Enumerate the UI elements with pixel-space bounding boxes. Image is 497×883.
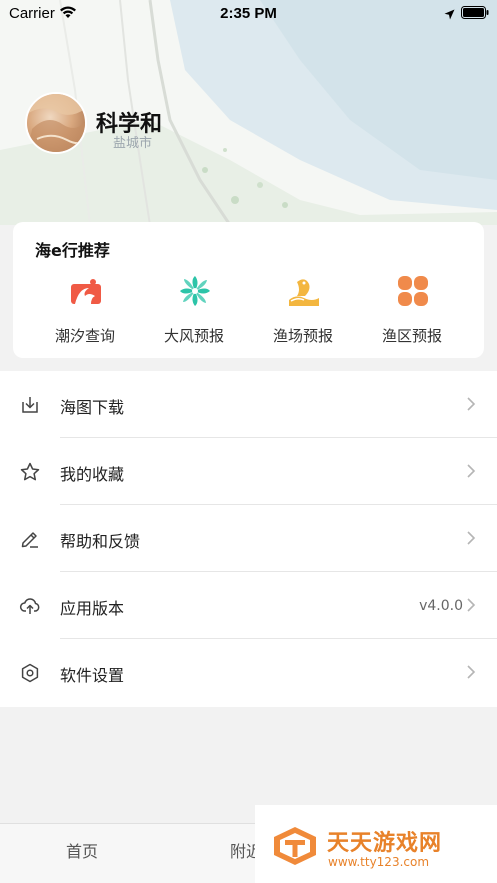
menu-item-favorites[interactable]: 我的收藏 [0, 438, 497, 505]
chevron-right-icon [466, 664, 476, 680]
fishing-zone-icon [396, 274, 430, 308]
recommend-item-label: 大风预报 [163, 327, 224, 345]
watermark: 天天游戏网 www.tty123.com [255, 805, 497, 883]
menu-item-help-feedback[interactable]: 帮助和反馈 [0, 505, 497, 572]
username[interactable]: 科学和 [96, 106, 162, 138]
cloud-upload-icon [19, 595, 41, 617]
tab-home[interactable]: 首页 [66, 838, 98, 862]
battery-icon [461, 6, 489, 23]
star-icon [19, 461, 41, 483]
watermark-url: www.tty123.com [328, 855, 430, 869]
recommend-item-label: 潮汐查询 [54, 327, 115, 345]
status-bar: Carrier 2:35 PM [0, 0, 497, 28]
watermark-logo-icon [272, 825, 318, 871]
chevron-right-icon [466, 597, 476, 613]
recommend-item-tide[interactable]: 潮汐查询 [30, 270, 140, 350]
pencil-icon [19, 528, 41, 550]
recommend-item-fishing-zone[interactable]: 渔区预报 [357, 270, 467, 350]
menu-item-label: 帮助和反馈 [60, 532, 141, 551]
settings-icon [19, 662, 41, 684]
tide-icon [69, 274, 103, 308]
menu-item-label: 我的收藏 [60, 465, 125, 484]
wind-icon [178, 274, 212, 308]
menu-item-label: 应用版本 [60, 599, 125, 618]
menu-item-app-version[interactable]: 应用版本 v4.0.0 [0, 572, 497, 639]
clock: 2:35 PM [220, 5, 277, 22]
avatar[interactable] [25, 92, 87, 154]
recommend-card: 海e行推荐 潮汐查询 大风预报 渔场预报 渔区预报 [13, 222, 484, 358]
recommend-item-label: 渔场预报 [272, 327, 333, 345]
recommend-item-fishery[interactable]: 渔场预报 [248, 270, 358, 350]
menu-item-label: 软件设置 [60, 666, 125, 685]
chevron-right-icon [466, 396, 476, 412]
recommend-title: 海e行推荐 [35, 241, 110, 260]
menu-item-chart-download[interactable]: 海图下载 [0, 371, 497, 438]
recommend-item-label: 渔区预报 [381, 327, 442, 345]
chevron-right-icon [466, 463, 476, 479]
recommend-item-wind[interactable]: 大风预报 [139, 270, 249, 350]
location-arrow-icon [444, 7, 455, 24]
download-icon [19, 394, 41, 416]
version-value: v4.0.0 [419, 598, 463, 614]
menu-item-settings[interactable]: 软件设置 [0, 639, 497, 706]
chevron-right-icon [466, 530, 476, 546]
watermark-title: 天天游戏网 [327, 831, 443, 856]
fishery-icon [287, 274, 321, 308]
menu-list: 海图下载 我的收藏 帮助和反馈 应用版本 v4.0.0 软件设置 [0, 371, 497, 707]
menu-item-label: 海图下载 [60, 398, 125, 417]
